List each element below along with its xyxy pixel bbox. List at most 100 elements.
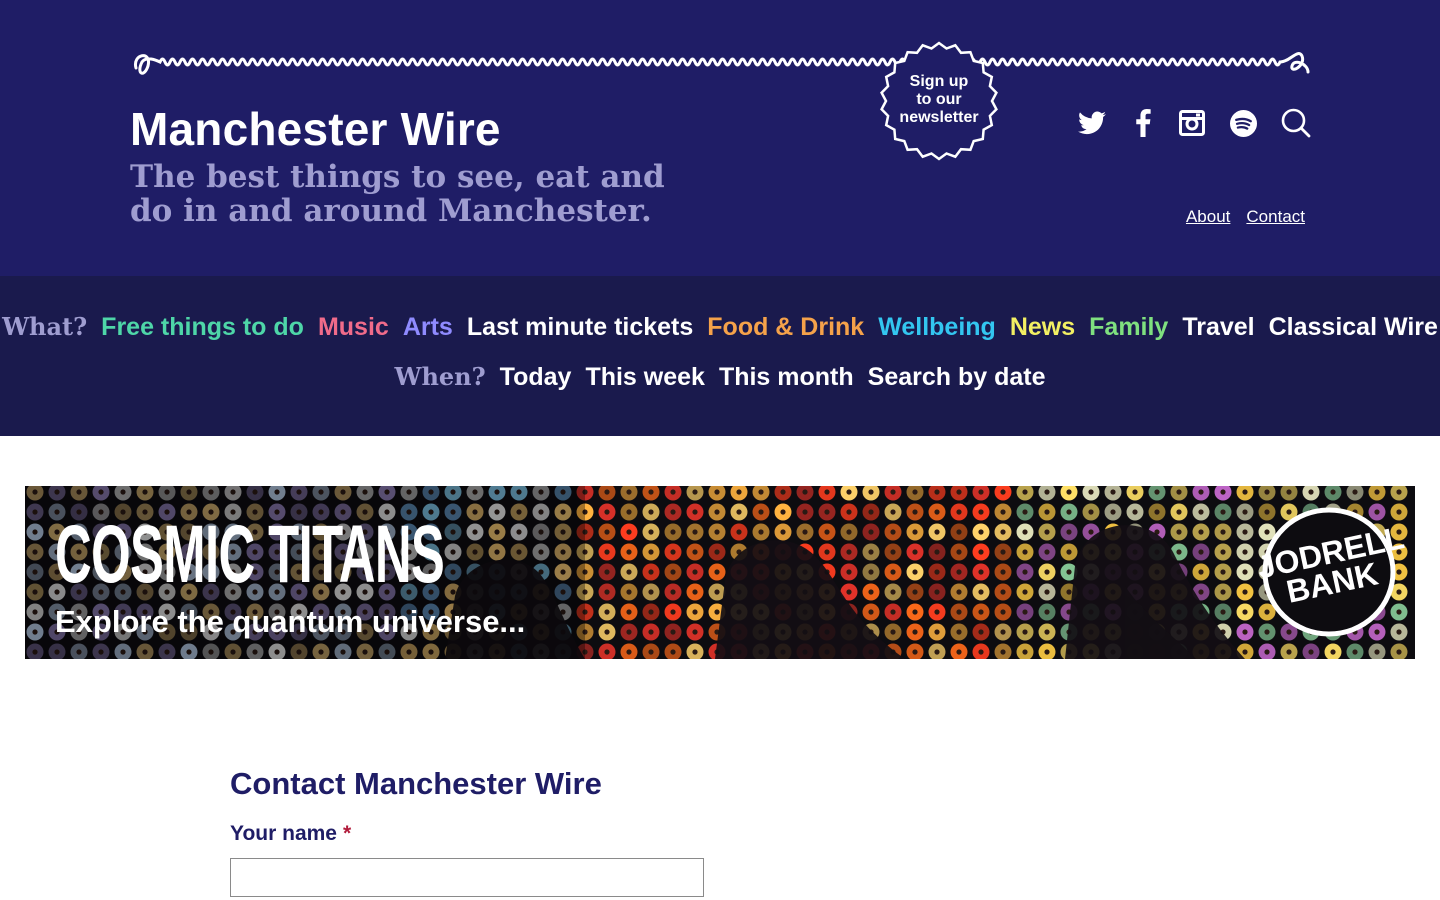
banner-light-dot-center — [956, 489, 962, 495]
nav-when-today[interactable]: Today — [500, 363, 572, 392]
nav-item-food-drink[interactable]: Food & Drink — [707, 313, 864, 342]
nav-item-family[interactable]: Family — [1089, 313, 1168, 342]
banner-light-dot-center — [978, 629, 984, 635]
banner-light-dot-center — [626, 589, 632, 595]
nav-item-classical-wire[interactable]: Classical Wire — [1269, 313, 1438, 342]
banner-light-dot-center — [670, 529, 676, 535]
banner-light-dot-center — [1242, 549, 1248, 555]
banner-light-dot-center — [604, 569, 610, 575]
banner-light-dot-center — [1176, 529, 1182, 535]
about-link[interactable]: About — [1186, 207, 1230, 227]
banner-light-dot-center — [604, 629, 610, 635]
banner-subtitle: Explore the quantum universe... — [55, 604, 526, 639]
nav-item-travel[interactable]: Travel — [1182, 313, 1254, 342]
banner-light-dot-center — [1044, 649, 1050, 655]
banner-light-dot-center — [978, 569, 984, 575]
banner-light-dot-center — [648, 549, 654, 555]
banner-light-dot-center — [824, 489, 830, 495]
banner-light-dot-center — [670, 489, 676, 495]
instagram-icon[interactable] — [1178, 106, 1206, 140]
banner-light-dot-center — [758, 529, 764, 535]
banner-light-dot-center — [890, 609, 896, 615]
banner-light-dot-center — [824, 509, 830, 515]
banner-light-dot-center — [934, 649, 940, 655]
banner-light-dot-center — [1220, 609, 1226, 615]
banner-light-dot-center — [670, 549, 676, 555]
banner-light-dot-center — [978, 549, 984, 555]
banner-light-dot-center — [890, 589, 896, 595]
banner-light-dot-center — [714, 529, 720, 535]
banner-light-dot-center — [1242, 569, 1248, 575]
contact-link[interactable]: Contact — [1246, 207, 1305, 227]
banner-light-dot-center — [714, 489, 720, 495]
banner-light-dot-center — [1154, 509, 1160, 515]
banner-light-dot-center — [890, 509, 896, 515]
banner-light-dot-center — [714, 589, 720, 595]
banner-light-dot-center — [604, 529, 610, 535]
banner-light-dot-center — [604, 489, 610, 495]
nav-when-this-month[interactable]: This month — [719, 363, 854, 392]
twitter-icon[interactable] — [1076, 106, 1108, 140]
banner-light-dot-center — [692, 649, 698, 655]
banner-light-dot-center — [1286, 489, 1292, 495]
banner-light-dot-center — [846, 509, 852, 515]
banner-light-dot-center — [1330, 489, 1336, 495]
banner-light-dot-center — [604, 549, 610, 555]
nav-when-this-week[interactable]: This week — [585, 363, 705, 392]
cosmic-titans-ad-banner[interactable]: COSMIC TITANS Explore the quantum univer… — [25, 486, 1415, 659]
banner-light-dot-center — [890, 629, 896, 635]
banner-light-dot-center — [1000, 589, 1006, 595]
site-title[interactable]: Manchester Wire — [130, 102, 501, 156]
banner-light-dot-center — [626, 529, 632, 535]
banner-light-dot-center — [868, 529, 874, 535]
facebook-icon[interactable] — [1132, 106, 1154, 140]
banner-light-dot-center — [1000, 609, 1006, 615]
banner-light-dot-center — [714, 509, 720, 515]
banner-light-dot-center — [670, 629, 676, 635]
when-label: When? — [394, 362, 486, 391]
banner-light-dot-center — [956, 609, 962, 615]
banner-light-dot-center — [626, 509, 632, 515]
banner-light-dot-center — [1000, 509, 1006, 515]
banner-light-dot-center — [868, 589, 874, 595]
banner-light-dot-center — [1242, 489, 1248, 495]
what-nav-row: What? Free things to do Music Arts Last min… — [0, 312, 1440, 342]
banner-light-dot-center — [978, 609, 984, 615]
nav-item-free-things-to-do[interactable]: Free things to do — [101, 313, 304, 342]
banner-light-dot-center — [1088, 509, 1094, 515]
banner-light-dot-center — [626, 629, 632, 635]
banner-light-dot-center — [736, 489, 742, 495]
banner-light-dot-center — [1374, 489, 1380, 495]
spotify-icon[interactable] — [1229, 106, 1257, 140]
nav-item-last-minute-tickets[interactable]: Last minute tickets — [467, 313, 693, 342]
banner-light-dot-center — [802, 509, 808, 515]
banner-light-dot-center — [846, 529, 852, 535]
banner-light-dot-center — [714, 549, 720, 555]
banner-light-dot-center — [670, 509, 676, 515]
banner-light-dot-center — [956, 629, 962, 635]
nav-item-arts[interactable]: Arts — [403, 313, 453, 342]
banner-light-dot-center — [1264, 649, 1270, 655]
nav-item-news[interactable]: News — [1010, 313, 1075, 342]
banner-light-dot-center — [846, 589, 852, 595]
banner-light-dot-center — [780, 529, 786, 535]
name-field-label: Your name * — [230, 822, 351, 846]
name-input[interactable] — [230, 858, 704, 897]
nav-when-search-by-date[interactable]: Search by date — [868, 363, 1046, 392]
search-icon[interactable] — [1280, 106, 1312, 140]
nav-item-wellbeing[interactable]: Wellbeing — [878, 313, 996, 342]
banner-light-dot-center — [648, 629, 654, 635]
banner-light-dot-center — [912, 509, 918, 515]
nav-item-music[interactable]: Music — [318, 313, 389, 342]
banner-light-dot-center — [1000, 489, 1006, 495]
newsletter-signup-badge[interactable]: Sign up to our newsletter — [878, 40, 1000, 162]
banner-light-dot-center — [1242, 529, 1248, 535]
banner-light-dot-center — [648, 569, 654, 575]
banner-light-dot-center — [626, 649, 632, 655]
banner-light-dot-center — [912, 609, 918, 615]
site-header: Manchester Wire The best things to see, … — [0, 0, 1440, 276]
banner-light-dot-center — [1022, 549, 1028, 555]
banner-light-dot-center — [626, 549, 632, 555]
banner-light-dot-center — [1198, 569, 1204, 575]
banner-light-dot-center — [1022, 509, 1028, 515]
